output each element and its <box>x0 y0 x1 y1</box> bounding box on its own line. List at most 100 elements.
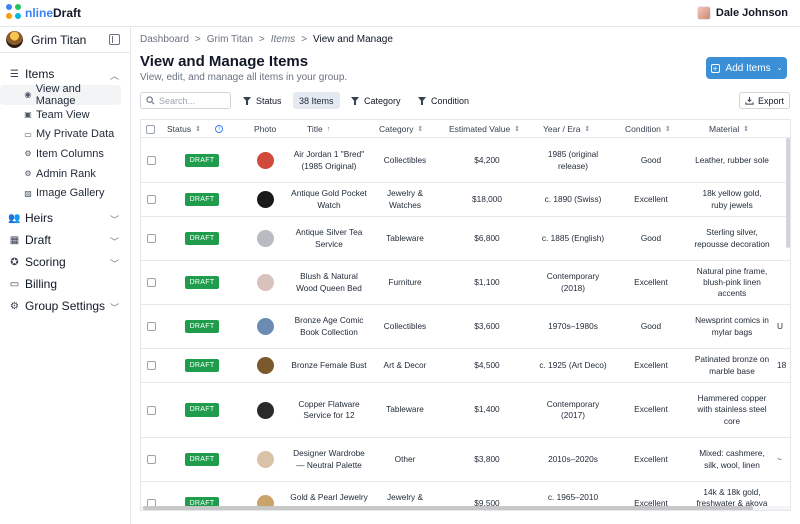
status-badge: DRAFT <box>184 358 220 373</box>
sidebar-subitem-label: Image Gallery <box>36 187 105 200</box>
item-photo[interactable] <box>256 357 274 374</box>
col-year[interactable]: Year / Era ⇕ <box>543 120 590 138</box>
breadcrumb-items[interactable]: Items <box>271 34 295 45</box>
row-checkbox[interactable] <box>146 361 156 370</box>
page-subtitle: View, edit, and manage all items in your… <box>140 72 348 83</box>
item-title[interactable]: Antique Gold Pocket Watch <box>289 183 369 216</box>
item-photo[interactable] <box>256 451 274 468</box>
sidebar-subitem-my-private-data[interactable]: ▭ My Private Data <box>0 124 121 144</box>
row-checkbox[interactable] <box>146 278 156 287</box>
sidebar-item-items[interactable]: ☰ Items ︿ <box>0 63 130 85</box>
item-title[interactable]: Blush & Natural Wood Queen Bed <box>289 261 369 304</box>
gear-icon: ⚙ <box>24 169 32 179</box>
search-input[interactable]: Search... <box>140 92 231 109</box>
sidebar-subitem-admin-rank[interactable]: ⚙ Admin Rank <box>0 164 121 184</box>
item-photo[interactable] <box>256 152 274 169</box>
condition-filter-button[interactable]: Condition <box>418 92 469 109</box>
sidebar-subitem-team-view[interactable]: ▣ Team View <box>0 105 121 125</box>
table-row[interactable]: DRAFT Bronze Female Bust Art & Decor $4,500… <box>141 349 790 383</box>
item-title[interactable]: Bronze Female Bust <box>289 349 369 382</box>
item-year: Contemporary (2018) <box>546 271 600 293</box>
sidebar-subitem-image-gallery[interactable]: ▨ Image Gallery <box>0 183 121 203</box>
row-checkbox[interactable] <box>146 156 156 165</box>
vertical-scrollbar[interactable] <box>786 138 790 248</box>
breadcrumb-dashboard[interactable]: Dashboard <box>140 34 189 45</box>
table-row[interactable]: DRAFT Antique Gold Pocket Watch Jewelry & … <box>141 183 790 217</box>
sort-icon: ⇕ <box>664 126 671 133</box>
group-switcher[interactable]: Grim Titan <box>0 27 130 53</box>
row-checkbox[interactable] <box>146 234 156 243</box>
item-material: Hammered copper with stainless steel cor… <box>697 393 767 426</box>
col-status[interactable]: Status ⇕ <box>167 120 201 138</box>
item-condition: Excellent <box>634 276 668 287</box>
plus-icon: + <box>710 63 720 73</box>
sidebar: Grim Titan ☰ Items ︿ ◉ View and Manage ▣ Te… <box>0 27 131 524</box>
logo-suffix: Draft <box>53 6 82 20</box>
item-photo[interactable] <box>256 401 274 419</box>
user-menu[interactable]: Dale Johnson <box>696 6 788 20</box>
category-filter-button[interactable]: Category <box>351 92 401 109</box>
item-value: $4,200 <box>474 154 500 165</box>
info-icon[interactable]: i <box>215 120 223 138</box>
item-title[interactable]: Air Jordan 1 "Bred" (1985 Original) <box>289 139 369 182</box>
row-checkbox[interactable] <box>146 455 156 464</box>
col-category[interactable]: Category ⇕ <box>379 120 423 138</box>
item-title[interactable]: Copper Flatware Service for 12 <box>289 383 369 437</box>
row-checkbox[interactable] <box>146 322 156 331</box>
item-photo[interactable] <box>256 191 274 208</box>
col-condition[interactable]: Condition ⇕ <box>625 120 671 138</box>
row-checkbox[interactable] <box>146 195 156 204</box>
top-bar: nlineDraft Dale Johnson <box>0 0 800 27</box>
search-icon <box>146 96 155 105</box>
col-estimated-value[interactable]: Estimated Value ⇕ <box>449 120 520 138</box>
item-title[interactable]: Antique Silver Tea Service <box>289 217 369 260</box>
item-photo[interactable] <box>256 274 274 291</box>
table-row[interactable]: DRAFT Air Jordan 1 "Bred" (1985 Original)… <box>141 139 790 183</box>
add-items-button[interactable]: + Add Items ⌄ <box>706 57 787 79</box>
item-title[interactable]: Bronze Age Comic Book Collection <box>289 305 369 348</box>
item-photo[interactable] <box>256 318 274 335</box>
table-row[interactable]: DRAFT Antique Silver Tea Service Tableware… <box>141 217 790 261</box>
table-row[interactable]: DRAFT Designer Wardrobe — Neutral Palette… <box>141 438 790 482</box>
page-title: View and Manage Items <box>140 53 309 70</box>
sidebar-item-scoring[interactable]: ✪ Scoring ﹀ <box>0 251 130 273</box>
status-badge: DRAFT <box>184 452 220 467</box>
sidebar-item-billing[interactable]: ▭ Billing <box>0 273 130 295</box>
item-photo[interactable] <box>256 230 274 247</box>
sort-icon: ⇕ <box>514 126 521 133</box>
logo-icon <box>6 4 24 22</box>
horizontal-scrollbar[interactable] <box>141 506 790 510</box>
table-row[interactable]: DRAFT Blush & Natural Wood Queen Bed Furni… <box>141 261 790 305</box>
export-button[interactable]: Export <box>739 92 790 109</box>
sidebar-item-draft[interactable]: ▦ Draft ﹀ <box>0 229 130 251</box>
table-row[interactable]: DRAFT Bronze Age Comic Book Collection Col… <box>141 305 790 349</box>
item-title[interactable]: Designer Wardrobe — Neutral Palette <box>289 438 369 481</box>
sidebar-collapse-icon[interactable] <box>109 34 120 45</box>
sidebar-subitem-view-and-manage[interactable]: ◉ View and Manage <box>0 83 121 107</box>
chevron-up-icon: ︿ <box>109 71 119 81</box>
item-material: Leather, rubber sole <box>695 154 769 165</box>
filter-icon <box>243 96 251 105</box>
sort-icon: ⇕ <box>743 126 750 133</box>
sidebar-item-heirs[interactable]: 👥 Heirs ﹀ <box>0 207 130 229</box>
breadcrumb-group[interactable]: Grim Titan <box>207 34 253 45</box>
user-name: Dale Johnson <box>715 7 788 19</box>
status-filter-button[interactable]: Status <box>243 92 282 109</box>
col-material[interactable]: Material ⇕ <box>709 120 749 138</box>
item-overflow-cell <box>777 383 790 437</box>
item-condition: Excellent <box>634 453 668 464</box>
app-logo[interactable]: nlineDraft <box>6 4 81 22</box>
item-category: Furniture <box>388 276 422 287</box>
item-value: $18,000 <box>472 193 502 204</box>
table-row[interactable]: DRAFT Copper Flatware Service for 12 Table… <box>141 383 790 438</box>
select-all-checkbox[interactable] <box>146 124 155 134</box>
sidebar-subitem-item-columns[interactable]: ⚙ Item Columns <box>0 144 121 164</box>
item-value: $6,800 <box>474 232 500 243</box>
status-badge: DRAFT <box>184 403 220 417</box>
card-icon: ▭ <box>9 278 20 290</box>
sidebar-item-group-settings[interactable]: ⚙ Group Settings ﹀ <box>0 295 130 317</box>
sidebar-subitem-label: Item Columns <box>36 147 104 160</box>
col-title[interactable]: Title ↑ <box>307 120 330 138</box>
col-photo: Photo <box>254 124 277 134</box>
row-checkbox[interactable] <box>146 405 156 415</box>
